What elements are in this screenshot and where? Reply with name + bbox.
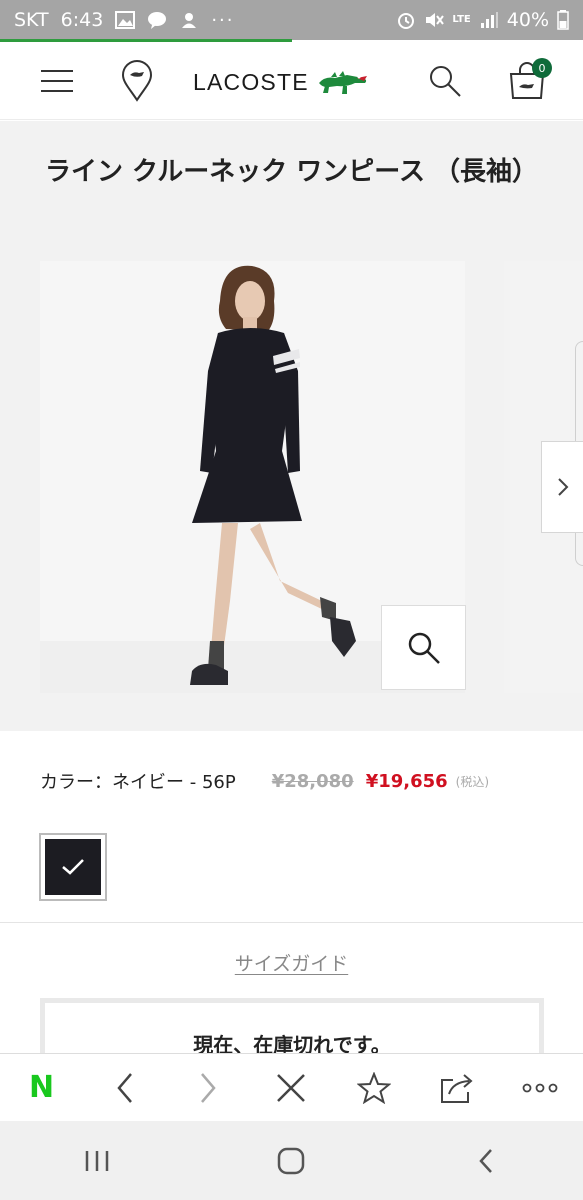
divider — [0, 922, 583, 923]
brand-logo[interactable]: LACOSTE — [193, 64, 369, 100]
product-title: ライン クルーネック ワンピース （長袖） — [44, 157, 539, 187]
share-icon — [440, 1073, 473, 1103]
tax-note: (税込) — [455, 774, 490, 789]
brand-name: LACOSTE — [193, 68, 309, 95]
search-icon — [430, 66, 461, 97]
sale-price: ¥19,656 — [365, 770, 448, 792]
store-locator-icon — [121, 60, 153, 102]
close-page-button[interactable] — [249, 1054, 332, 1122]
cart-count-badge: 0 — [532, 58, 552, 78]
original-price: ¥28,080 — [271, 770, 354, 792]
battery-level: 40% — [506, 9, 549, 31]
site-header: LACOSTE 0 — [0, 42, 583, 120]
naver-logo-icon: N — [28, 1070, 55, 1105]
system-navigation-bar — [0, 1121, 583, 1200]
share-button[interactable] — [415, 1054, 498, 1122]
zoom-icon — [408, 632, 440, 664]
close-icon — [276, 1073, 305, 1102]
clock: 6:43 — [60, 9, 104, 31]
next-image-button[interactable] — [541, 441, 583, 533]
chevron-right-icon — [200, 1072, 216, 1103]
crocodile-logo-icon — [318, 71, 367, 94]
search-button[interactable] — [420, 56, 470, 106]
recent-apps-icon — [85, 1150, 109, 1171]
recent-apps-button[interactable] — [0, 1121, 194, 1200]
zoom-button[interactable] — [381, 605, 466, 690]
gallery-notification-icon — [115, 11, 136, 29]
battery-icon — [557, 10, 569, 30]
home-button[interactable] — [194, 1121, 388, 1200]
more-icon — [522, 1083, 557, 1092]
color-label: カラー：ネイビー - 56P — [40, 772, 236, 793]
network-type: LTE — [452, 14, 471, 25]
app-notification-icon — [182, 13, 197, 28]
color-price-row: カラー：ネイビー - 56P ¥28,080 ¥19,656 (税込) — [40, 766, 550, 796]
forward-button[interactable] — [166, 1054, 249, 1122]
store-locator-button[interactable] — [112, 56, 162, 106]
back-button[interactable] — [83, 1054, 166, 1122]
menu-button[interactable] — [32, 56, 82, 106]
mute-icon — [426, 13, 445, 27]
swatch-fill — [45, 839, 101, 895]
status-bar: SKT 6:43 ··· LTE 40% — [0, 0, 583, 40]
checkmark-icon — [62, 859, 84, 875]
home-icon — [278, 1147, 305, 1174]
star-icon — [356, 1071, 391, 1104]
menu-icon — [41, 70, 73, 92]
back-icon — [479, 1148, 492, 1173]
color-swatch-navy[interactable] — [39, 833, 107, 901]
page: SKT 6:43 ··· LTE 40% LACOSTE 0 ライン クルーネッ… — [0, 0, 583, 1200]
alarm-icon — [398, 13, 415, 29]
bookmark-button[interactable] — [332, 1054, 415, 1122]
product-section: ライン クルーネック ワンピース （長袖） — [0, 121, 583, 731]
size-guide-link[interactable]: サイズガイド — [0, 949, 583, 976]
talk-notification-icon — [148, 12, 167, 29]
more-notifications-icon: ··· — [211, 9, 235, 31]
more-options-button[interactable] — [498, 1054, 581, 1122]
browser-toolbar: N — [0, 1053, 583, 1121]
naver-home-button[interactable]: N — [0, 1054, 83, 1122]
signal-icon — [480, 12, 498, 28]
chevron-right-icon — [557, 478, 568, 496]
carrier: SKT — [14, 9, 49, 31]
system-back-button[interactable] — [389, 1121, 583, 1200]
cart-button[interactable]: 0 — [502, 56, 552, 106]
chevron-left-icon — [116, 1072, 132, 1103]
